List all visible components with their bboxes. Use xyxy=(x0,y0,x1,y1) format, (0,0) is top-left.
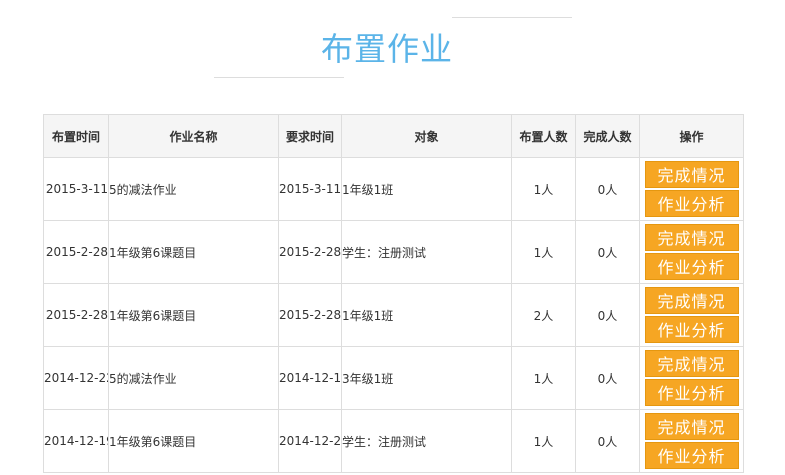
cell-homework-name: 5的减法作业 xyxy=(108,157,279,221)
header-due-time: 要求时间 xyxy=(278,114,342,158)
cell-assign-date: 2014-12-19 xyxy=(43,409,109,473)
table-row: 2015-2-28 1年级第6课题目 2015-2-28 学生：注册测试 1人 … xyxy=(43,220,744,284)
table-row: 2014-12-22 5的减法作业 2014-12-1 3年级1班 1人 0人 … xyxy=(43,346,744,410)
cell-completed-count: 0人 xyxy=(575,157,640,221)
cell-due-date: 2015-3-11 xyxy=(278,157,342,221)
title-decoration-line-bottom xyxy=(214,77,344,78)
cell-completed-count: 0人 xyxy=(575,220,640,284)
cell-actions: 完成情况 作业分析 xyxy=(639,220,744,284)
homework-analysis-button[interactable]: 作业分析 xyxy=(644,442,739,469)
cell-due-date: 2014-12-29 xyxy=(278,409,342,473)
cell-actions: 完成情况 作业分析 xyxy=(639,157,744,221)
header-assign-time: 布置时间 xyxy=(43,114,109,158)
cell-homework-name: 1年级第6课题目 xyxy=(108,409,279,473)
cell-assign-date: 2014-12-22 xyxy=(43,346,109,410)
cell-assign-date: 2015-3-11 xyxy=(43,157,109,221)
completion-status-button[interactable]: 完成情况 xyxy=(644,224,739,251)
cell-target: 3年级1班 xyxy=(341,346,512,410)
cell-target: 1年级1班 xyxy=(341,283,512,347)
cell-target: 学生：注册测试 xyxy=(341,220,512,284)
cell-homework-name: 1年级第6课题目 xyxy=(108,220,279,284)
cell-assign-date: 2015-2-28 xyxy=(43,220,109,284)
completion-status-button[interactable]: 完成情况 xyxy=(644,161,739,188)
homework-table: 布置时间 作业名称 要求时间 对象 布置人数 完成人数 操作 2015-3-11… xyxy=(43,114,744,473)
cell-due-date: 2015-2-28 xyxy=(278,220,342,284)
cell-completed-count: 0人 xyxy=(575,283,640,347)
cell-assigned-count: 1人 xyxy=(511,409,576,473)
cell-assign-date: 2015-2-28 xyxy=(43,283,109,347)
header-actions: 操作 xyxy=(639,114,744,158)
cell-target: 学生：注册测试 xyxy=(341,409,512,473)
cell-completed-count: 0人 xyxy=(575,346,640,410)
completion-status-button[interactable]: 完成情况 xyxy=(644,287,739,314)
cell-assigned-count: 1人 xyxy=(511,220,576,284)
table-header-row: 布置时间 作业名称 要求时间 对象 布置人数 完成人数 操作 xyxy=(43,114,744,158)
cell-homework-name: 5的减法作业 xyxy=(108,346,279,410)
homework-analysis-button[interactable]: 作业分析 xyxy=(644,190,739,217)
header-homework-name: 作业名称 xyxy=(108,114,279,158)
table-row: 2015-3-11 5的减法作业 2015-3-11 1年级1班 1人 0人 完… xyxy=(43,157,744,221)
table-row: 2014-12-19 1年级第6课题目 2014-12-29 学生：注册测试 1… xyxy=(43,409,744,473)
cell-actions: 完成情况 作业分析 xyxy=(639,283,744,347)
header-target: 对象 xyxy=(341,114,512,158)
table-row: 2015-2-28 1年级第6课题目 2015-2-28 1年级1班 2人 0人… xyxy=(43,283,744,347)
cell-assigned-count: 2人 xyxy=(511,283,576,347)
cell-assigned-count: 1人 xyxy=(511,157,576,221)
cell-due-date: 2015-2-28 xyxy=(278,283,342,347)
homework-analysis-button[interactable]: 作业分析 xyxy=(644,316,739,343)
cell-actions: 完成情况 作业分析 xyxy=(639,346,744,410)
homework-analysis-button[interactable]: 作业分析 xyxy=(644,379,739,406)
cell-due-date: 2014-12-1 xyxy=(278,346,342,410)
homework-analysis-button[interactable]: 作业分析 xyxy=(644,253,739,280)
cell-assigned-count: 1人 xyxy=(511,346,576,410)
cell-completed-count: 0人 xyxy=(575,409,640,473)
title-area: 布置作业 xyxy=(0,0,785,100)
completion-status-button[interactable]: 完成情况 xyxy=(644,350,739,377)
cell-target: 1年级1班 xyxy=(341,157,512,221)
cell-actions: 完成情况 作业分析 xyxy=(639,409,744,473)
completion-status-button[interactable]: 完成情况 xyxy=(644,413,739,440)
header-completed-count: 完成人数 xyxy=(575,114,640,158)
header-assigned-count: 布置人数 xyxy=(511,114,576,158)
cell-homework-name: 1年级第6课题目 xyxy=(108,283,279,347)
title-decoration-line-top xyxy=(452,17,572,18)
page-title: 布置作业 xyxy=(321,30,454,68)
